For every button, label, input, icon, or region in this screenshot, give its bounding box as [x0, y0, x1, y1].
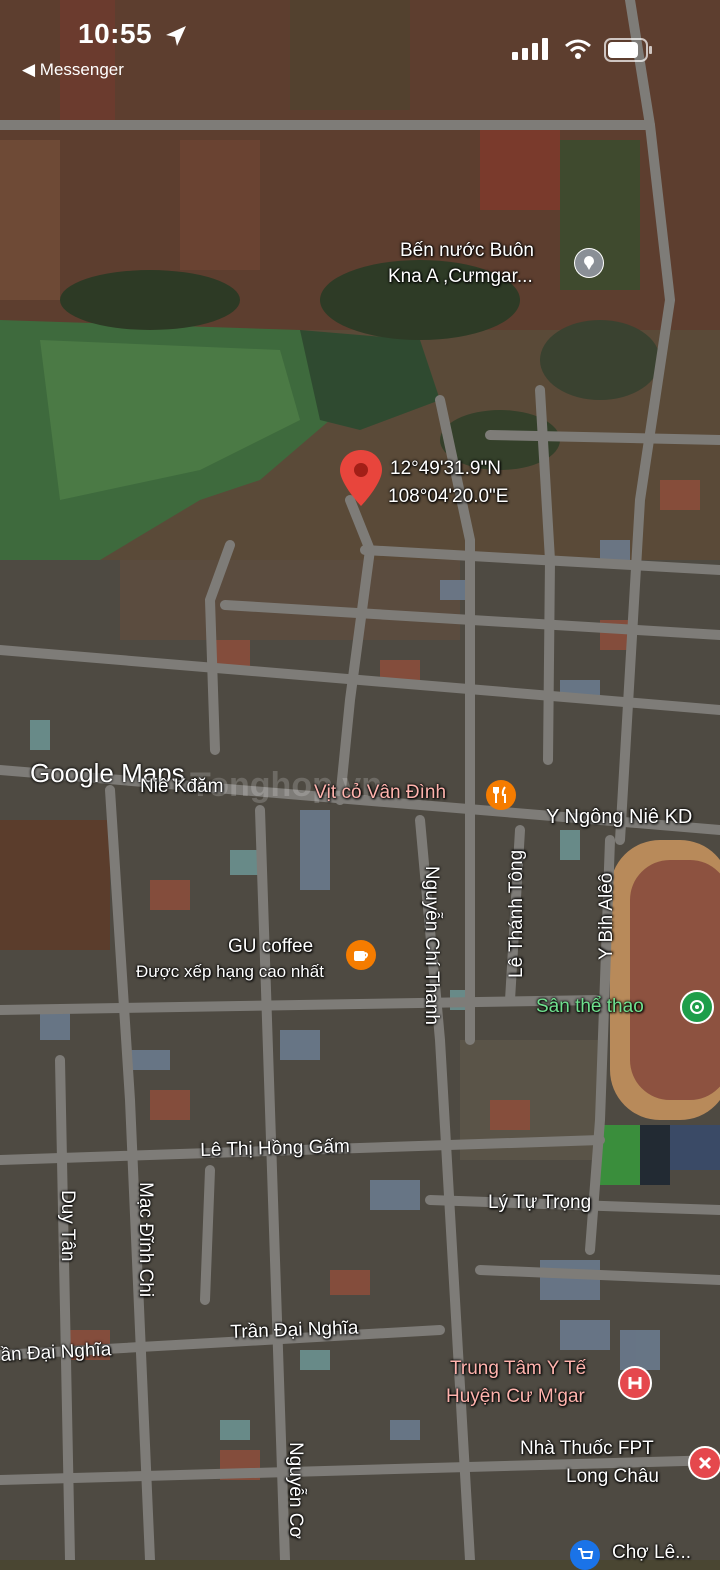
place-label-gu-coffee[interactable]: GU coffee	[228, 936, 313, 958]
back-to-messenger-link[interactable]: ◀ Messenger	[22, 60, 124, 80]
pin-latitude: 12°49'31.9"N	[390, 458, 501, 479]
street-label-nguyen-chi-thanh-text: Nguyễn Chí Thanh	[421, 865, 442, 1025]
street-label-nie-kdam: Niê Kđăm	[140, 776, 224, 797]
dropped-pin-icon[interactable]	[338, 448, 384, 510]
street-label-duy-tan: Duy Tân	[57, 1190, 78, 1262]
place-subtitle-gu-coffee: Được xếp hạng cao nhất	[136, 962, 324, 981]
status-bar: 10:55 ◀ Messenger	[0, 0, 720, 90]
street-label-nguyen-chi-thanh: Nguyễn Chí Thanh	[420, 866, 442, 1025]
cellular-signal-icon	[512, 38, 548, 60]
clock: 10:55	[78, 18, 153, 49]
location-arrow-icon	[166, 26, 186, 46]
place-label-ben-nuoc-1[interactable]: Bến nước Buôn	[400, 240, 534, 262]
place-label-trung-tam-2[interactable]: Huyện Cư M'gar	[446, 1386, 585, 1408]
restaurant-icon[interactable]	[486, 780, 516, 810]
battery-icon	[604, 38, 652, 62]
street-label-ly-tu-trong: Lý Tự Trọng	[488, 1192, 592, 1213]
place-marker-icon[interactable]	[574, 248, 604, 278]
street-label-nguyen-co: Nguyễn Cơ	[285, 1442, 306, 1539]
sports-icon[interactable]	[680, 990, 714, 1024]
place-label-nha-thuoc-2[interactable]: Long Châu	[566, 1466, 659, 1488]
coffee-icon[interactable]	[346, 940, 376, 970]
pharmacy-icon[interactable]	[688, 1446, 720, 1480]
wifi-icon	[565, 39, 591, 59]
street-label-le-thi-hong-gam: Lê Thị Hồng Gấm	[200, 1136, 351, 1161]
street-label-le-thanh-tong: Lê Thánh Tông	[506, 849, 527, 978]
place-label-cho[interactable]: Chợ Lê...	[612, 1542, 691, 1564]
place-label-nha-thuoc-1[interactable]: Nhà Thuốc FPT	[520, 1438, 654, 1460]
street-label-mac-dinh-chi: Mạc Đĩnh Chi	[135, 1182, 156, 1298]
street-label-tran-dai-nghia: Trần Đại Nghĩa	[230, 1317, 359, 1343]
place-label-ben-nuoc-2[interactable]: Kna A ,Cưmgar...	[388, 266, 533, 288]
pin-longitude: 108°04'20.0"E	[388, 486, 509, 507]
place-label-trung-tam-1[interactable]: Trung Tâm Y Tế	[450, 1358, 586, 1380]
street-label-y-ngong: Y Ngông Niê KD	[546, 806, 693, 828]
place-label-san-the-thao[interactable]: Sân thể thao	[536, 996, 644, 1018]
place-label-vit-co[interactable]: Vịt cỏ Vân Đình	[314, 782, 446, 804]
shopping-cart-icon[interactable]	[570, 1540, 600, 1570]
street-label-y-bih: Y Bih Alêô	[596, 872, 617, 960]
hospital-icon[interactable]	[618, 1366, 652, 1400]
